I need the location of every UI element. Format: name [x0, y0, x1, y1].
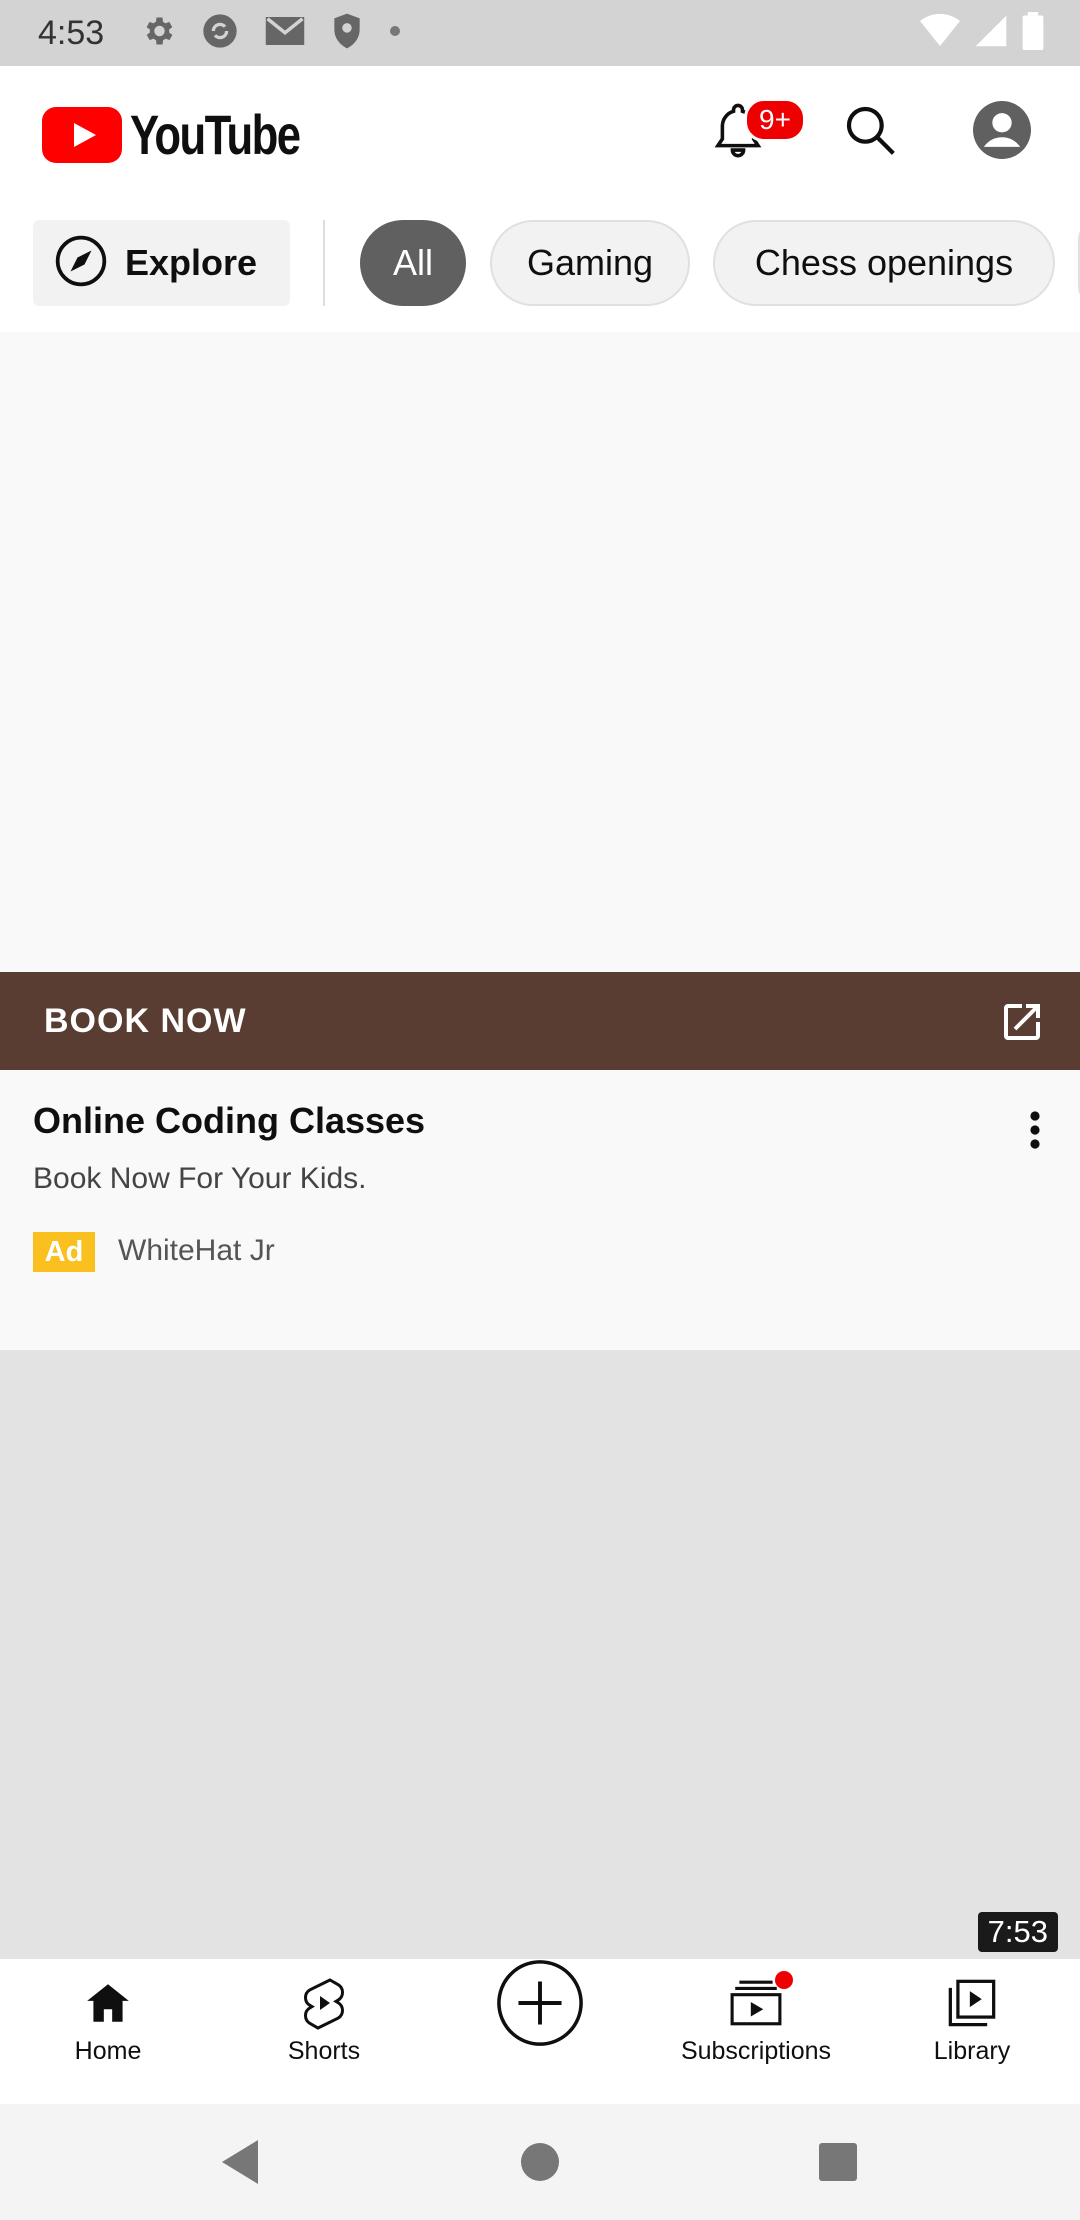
system-home-button[interactable]: [510, 2132, 570, 2192]
recents-square-icon: [819, 2143, 857, 2181]
nav-subscriptions[interactable]: Subscriptions: [648, 1959, 864, 2105]
more-vert-icon: [1030, 1111, 1040, 1149]
nav-create[interactable]: [432, 1959, 648, 2105]
explore-button[interactable]: Explore: [33, 220, 290, 306]
chip-chess-openings[interactable]: Chess openings: [713, 220, 1055, 306]
account-icon: [973, 101, 1031, 159]
video-duration: 7:53: [977, 1912, 1058, 1952]
status-notification-icons: [140, 11, 402, 56]
dot-icon: [388, 24, 402, 43]
status-time: 4:53: [38, 13, 105, 52]
subscriptions-icon: [729, 1971, 793, 2031]
status-bar: 4:53: [0, 0, 1080, 66]
wifi-icon: [920, 13, 960, 53]
explore-label: Explore: [125, 242, 258, 283]
battery-icon: [1022, 11, 1044, 55]
open-external-icon: [994, 994, 1050, 1050]
video-thumbnail[interactable]: 7:53: [0, 1350, 1080, 1958]
nav-library-label: Library: [933, 2037, 1011, 2065]
ad-more-options-button[interactable]: [1010, 1100, 1060, 1160]
app-header: YouTube 9+: [0, 66, 1080, 196]
bottom-navigation: Home Shorts Subscriptions Library: [0, 1958, 1080, 2105]
create-icon: [495, 1960, 585, 2046]
nav-library[interactable]: Library: [864, 1959, 1080, 2105]
chip-gaming[interactable]: Gaming: [490, 220, 690, 306]
system-back-button[interactable]: [210, 2132, 270, 2192]
search-button[interactable]: [834, 94, 906, 166]
home-circle-icon: [521, 2143, 559, 2181]
signal-icon: [974, 14, 1008, 53]
chip-all[interactable]: All: [360, 220, 466, 306]
home-icon: [83, 1975, 133, 2031]
settings-icon: [140, 13, 176, 54]
youtube-logo[interactable]: YouTube: [42, 102, 347, 167]
ad-badge: Ad: [33, 1232, 95, 1272]
new-content-dot: [775, 1971, 793, 1989]
compass-icon: [53, 233, 109, 294]
gmail-icon: [264, 13, 306, 54]
ad-thumbnail[interactable]: [0, 332, 1080, 972]
system-navigation-bar: [0, 2104, 1080, 2220]
ad-description: Book Now For Your Kids.: [33, 1162, 367, 1195]
status-system-icons: [920, 0, 1044, 66]
nav-subscriptions-label: Subscriptions: [680, 2037, 832, 2065]
ad-title[interactable]: Online Coding Classes: [33, 1100, 425, 1142]
library-icon: [946, 1975, 998, 2031]
shield-icon: [330, 12, 364, 55]
ad-advertiser: WhiteHat Jr: [118, 1234, 275, 1267]
nav-home[interactable]: Home: [0, 1959, 216, 2105]
back-triangle-icon: [222, 2140, 258, 2184]
ad-info: Online Coding Classes Book Now For Your …: [0, 1070, 1080, 1350]
shorts-icon: [300, 1975, 348, 2031]
system-recents-button[interactable]: [808, 2132, 868, 2192]
youtube-play-logo-icon: [42, 106, 122, 163]
chips-divider: [323, 220, 325, 306]
nav-home-label: Home: [74, 2037, 142, 2065]
account-button[interactable]: [966, 94, 1038, 166]
nav-shorts-label: Shorts: [287, 2037, 361, 2065]
nav-shorts[interactable]: Shorts: [216, 1959, 432, 2105]
ad-cta-bar[interactable]: BOOK NOW: [0, 972, 1080, 1070]
logo-text: YouTube: [130, 103, 301, 166]
cta-label: BOOK NOW: [44, 1001, 247, 1040]
filter-chips-row: Explore All Gaming Chess openings: [0, 196, 1080, 332]
notification-badge: 9+: [744, 98, 806, 142]
sync-icon: [200, 11, 240, 56]
search-icon: [846, 106, 895, 155]
